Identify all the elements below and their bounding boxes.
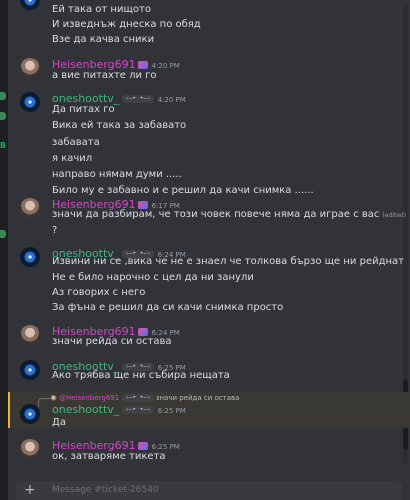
edited-label: (edited) — [382, 212, 407, 219]
message-line: забавата — [52, 137, 100, 148]
message-group: Heisenberg691 6:24 PM значи рейда си оста… — [20, 325, 390, 353]
message-line: ок, затваряме тикета — [52, 451, 166, 462]
avatar[interactable] — [20, 58, 40, 78]
clan-tag: ✧—• •—✧ — [122, 394, 154, 402]
avatar[interactable] — [20, 198, 40, 218]
message-line: Аз говорих с него — [52, 287, 146, 298]
message-text: значи да разбирам, че този човек повече … — [52, 209, 380, 220]
message-line: Не е било нарочно с цел да ни занули — [52, 272, 254, 283]
server-letter[interactable]: B — [0, 141, 6, 150]
message-line: Ей така от нищото — [52, 4, 151, 15]
message-line: я качил — [52, 153, 93, 164]
server-icon[interactable] — [0, 230, 6, 238]
plus-icon[interactable]: + — [24, 481, 36, 500]
message-group: oneshoottv_ ✧—• •—✧ 6:24 PM Извини ни се ,… — [20, 247, 404, 317]
message-line: ? — [52, 225, 58, 236]
message-line: За фъна е решил да си качи снимка просто — [52, 302, 284, 313]
clan-tag: ✧—• •—✧ — [122, 95, 154, 103]
message-line: Взе да качва сники — [52, 34, 155, 45]
message-header: oneshoottv_ ✧—• •—✧ 6:25 PM — [52, 403, 186, 417]
message-line: Да питах го — [52, 104, 115, 115]
server-icon[interactable] — [0, 112, 6, 120]
message-input[interactable]: Message #ticket-26540 — [52, 481, 159, 500]
message-line: Ако трябва ще ни събира нещата — [52, 370, 230, 381]
server-icon[interactable] — [0, 92, 6, 100]
nitro-badge-icon — [137, 442, 148, 450]
reply-avatar — [50, 394, 57, 402]
avatar[interactable] — [20, 439, 40, 459]
mention-bar — [8, 392, 10, 428]
timestamp: 4:20 PM — [157, 96, 186, 104]
message-group: oneshoottv_ ✧—• •—✧ 6:25 PM Да — [20, 403, 390, 428]
message-group: oneshoottv_ ✧—• •—✧ 4:20 PM Да питах го Ви… — [20, 92, 390, 196]
message-line: И изведнъж днеска по обяд — [52, 19, 201, 30]
message-group: Ей така от нищото И изведнъж днеска по о… — [20, 0, 390, 48]
timestamp: 6:25 PM — [157, 407, 186, 415]
message-line: Извини ни се ,вика че не е знаел че толк… — [52, 256, 405, 267]
chat-area: Ей така от нищото И изведнъж днеска по о… — [8, 0, 410, 478]
message-group: Heisenberg691 6:25 PM ок, затваряме тикет… — [20, 439, 390, 467]
server-rail: B — [0, 0, 8, 500]
message-group: Heisenberg691 4:20 PM а вие питахте ли го — [20, 58, 390, 86]
avatar[interactable] — [20, 0, 40, 10]
message-line: значи рейда си остава — [52, 336, 172, 347]
message-group: Heisenberg691 6:17 PM значи да разбирам, … — [20, 198, 406, 238]
avatar[interactable] — [20, 247, 40, 267]
message-line: Да — [52, 417, 66, 428]
message-line: Вика ей така за забавато — [52, 120, 187, 131]
avatar[interactable] — [20, 404, 40, 424]
avatar[interactable] — [20, 325, 40, 345]
message-line: направо нямам думи ..... — [52, 169, 182, 180]
message-line: значи да разбирам, че този човек повече … — [52, 208, 406, 223]
reply-preview[interactable]: @Heisenberg691 ✧—• •—✧ значи рейда си ост… — [50, 393, 239, 403]
username[interactable]: oneshoottv_ — [52, 403, 119, 416]
reply-text: значи рейда си остава — [155, 394, 240, 402]
message-line: а вие питахте ли го — [52, 70, 157, 81]
avatar[interactable] — [20, 92, 40, 112]
reply-username[interactable]: @Heisenberg691 — [59, 394, 119, 402]
message-group: oneshoottv_ ✧—• •—✧ 6:25 PM Ако трябва ще … — [20, 360, 390, 388]
avatar[interactable] — [20, 360, 40, 380]
nitro-badge-icon — [137, 61, 148, 69]
clan-tag: ✧—• •—✧ — [122, 406, 154, 414]
message-line: Било му е забавно и е решил да качи сним… — [52, 185, 314, 196]
message-composer[interactable]: + Message #ticket-26540 — [16, 481, 402, 500]
